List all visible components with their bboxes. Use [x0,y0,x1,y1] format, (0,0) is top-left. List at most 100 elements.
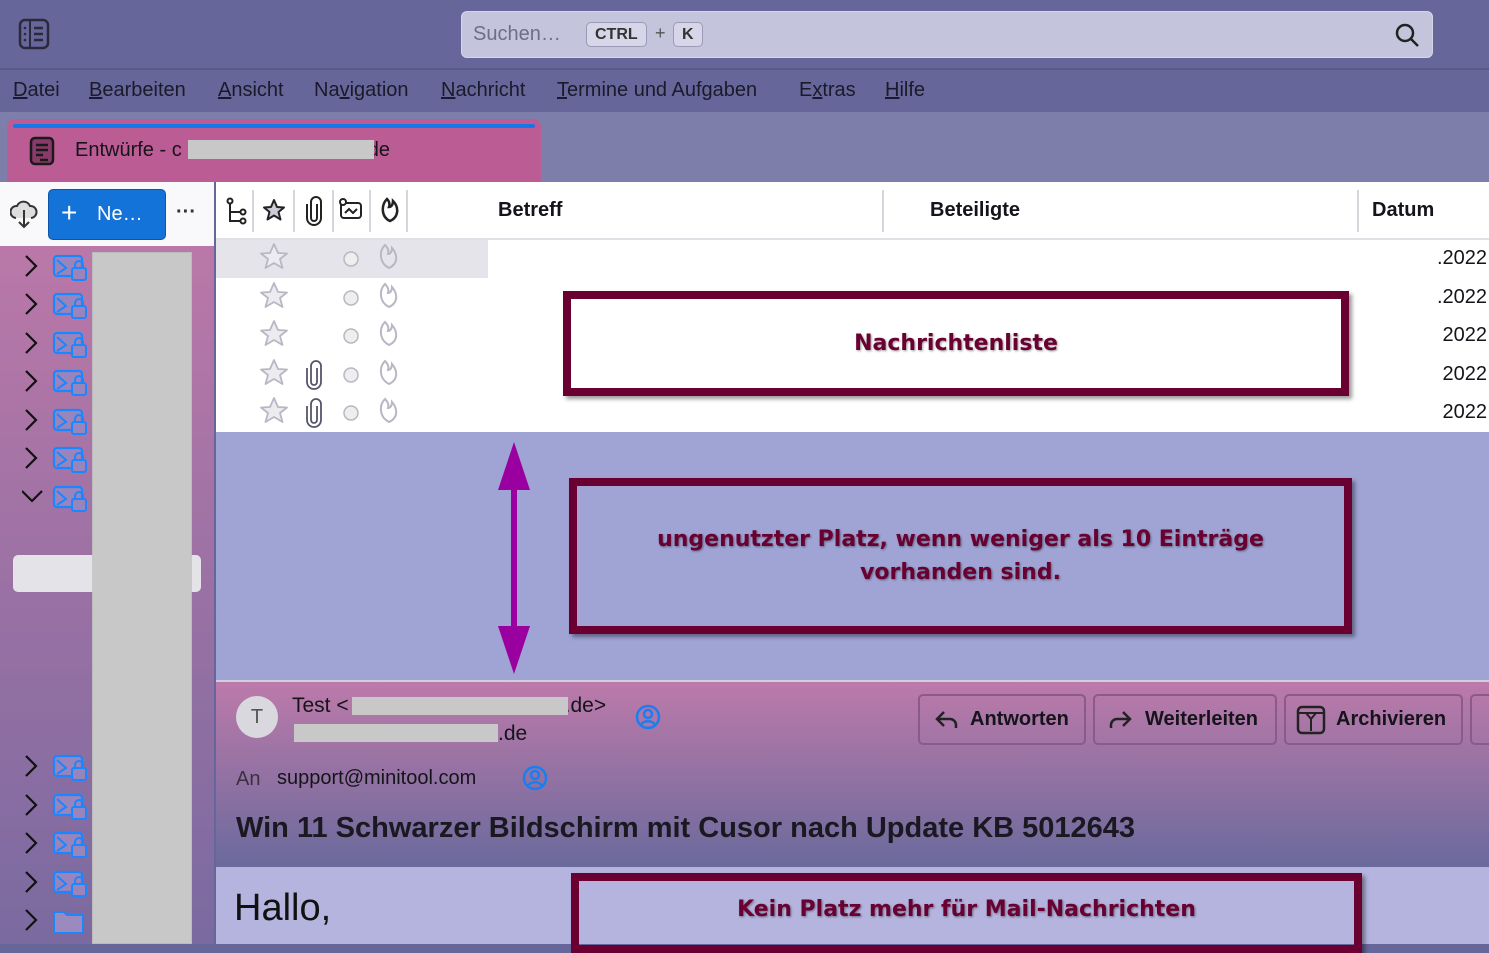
contact-icon[interactable] [522,765,548,791]
chevron-right-icon [25,871,38,893]
attachment-column-icon[interactable] [305,196,323,226]
to-label: An [236,768,261,790]
chevron-right-icon [25,332,38,354]
more-options-button[interactable]: ··· [176,201,196,224]
star-column-icon[interactable] [262,198,286,222]
read-status-column-icon[interactable] [338,198,364,222]
row-icons [216,279,416,322]
folder-row[interactable] [22,440,92,478]
active-tab-indicator [13,124,535,128]
folder-row[interactable] [22,363,92,401]
menu-termine[interactable]: Termine und Aufgaben [557,79,757,102]
message-date: 2022 [1442,362,1488,385]
message-row[interactable]: 2022 [216,394,1489,432]
chevron-right-icon [25,794,38,816]
contact-icon[interactable] [635,704,661,730]
column-subject[interactable]: Betreff [498,199,562,222]
account-icon [52,831,87,858]
redacted-folder-names [92,252,192,944]
folder-row[interactable] [22,902,92,940]
junk-column-icon[interactable] [379,197,401,223]
drafts-icon [29,136,55,166]
shortcut-key-k: K [673,22,703,47]
new-message-button[interactable]: + Ne… [48,189,166,240]
annotation-message-list: Nachrichtenliste [563,291,1349,396]
row-icons [216,240,416,283]
reply-icon [935,711,958,728]
account-icon [52,331,87,358]
double-arrow-annotation [498,442,530,674]
chevron-right-icon [25,370,38,392]
junk-icon [379,320,398,347]
unread-dot-icon [343,405,359,421]
get-messages-icon[interactable] [10,198,38,230]
title-bar: Suchen… CTRL + K [0,0,1489,70]
message-date: .2022 [1436,247,1487,269]
folder-tree [0,246,214,944]
account-icon [52,408,87,435]
account-icon [52,292,87,319]
folder-row[interactable] [22,864,92,902]
recipient-address[interactable]: support@minitool.com [277,767,476,790]
annotation-no-space: Kein Platz mehr für Mail-Nachrichten [571,873,1362,953]
menu-bearbeiten[interactable]: Bearbeiten [89,79,186,102]
account-icon [52,369,87,396]
account-icon [52,446,87,473]
junk-icon [379,243,398,270]
menu-extras[interactable]: Extras [799,79,856,102]
chevron-down-icon [21,490,43,503]
chevron-right-icon [25,293,38,315]
star-icon [260,320,288,346]
forward-button[interactable]: Weiterleiten [1093,694,1277,745]
account-icon [52,754,87,781]
message-date: .2022 [1436,285,1487,308]
column-participants[interactable]: Beteiligte [930,199,1020,222]
folder-row[interactable] [22,825,92,863]
attachment-icon [306,359,322,390]
chevron-right-icon [25,409,38,431]
menu-nachricht[interactable]: Nachricht [441,79,525,102]
folder-row[interactable] [22,286,92,324]
unread-dot-icon [343,289,359,306]
redacted-email [188,140,374,159]
star-icon [260,281,288,308]
thread-column-icon[interactable] [226,197,248,225]
chevron-right-icon [25,755,38,777]
reply-button[interactable]: Antworten [918,694,1086,745]
account-icon [52,793,87,820]
search-icon[interactable] [1394,22,1420,48]
chevron-right-icon [25,447,38,469]
chevron-right-icon [25,832,38,854]
menu-navigation[interactable]: Navigation [314,79,409,102]
annotation-unused-space: ungenutzter Platz, wenn weniger als 10 E… [569,478,1352,634]
menu-hilfe[interactable]: Hilfe [885,79,925,102]
column-date[interactable]: Datum [1372,199,1434,222]
more-actions-button[interactable] [1470,694,1489,745]
archive-button[interactable]: Archivieren [1284,694,1463,745]
message-row[interactable]: .2022 [216,240,1489,278]
plus-icon: + [61,197,78,228]
menu-ansicht[interactable]: Ansicht [218,79,284,102]
junk-icon [379,359,398,385]
folder-row[interactable] [22,325,92,363]
folder-row[interactable] [21,479,92,517]
body-text: Hallo, [234,887,332,929]
search-placeholder: Suchen… [473,23,561,45]
folder-pane-toggle-icon[interactable] [18,18,50,50]
folder-row[interactable] [22,248,92,286]
folder-row[interactable] [22,402,92,440]
unread-dot-icon [343,366,359,383]
attachment-icon [306,398,322,428]
chevron-right-icon [25,255,38,277]
chevron-right-icon [25,909,38,931]
junk-icon [379,282,398,308]
message-header-pane: T Test < .de> .de An support@minitool.com… [216,680,1489,867]
menu-datei[interactable]: Datei [13,79,60,102]
search-input[interactable]: Suchen… CTRL + K [461,11,1433,58]
junk-icon [379,397,398,424]
row-icons [216,356,416,399]
folder-row[interactable] [22,748,92,786]
tab-drafts[interactable]: Entwürfe - c de [7,119,541,182]
folder-row[interactable] [22,787,92,825]
account-icon [52,485,87,512]
